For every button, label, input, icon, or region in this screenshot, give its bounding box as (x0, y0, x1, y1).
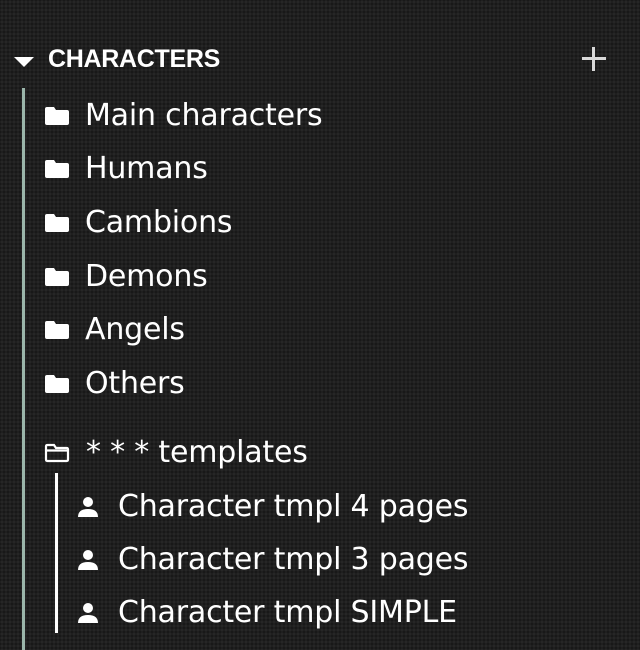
template-label: Character tmpl SIMPLE (118, 595, 457, 630)
templates-tree-guide-line (55, 473, 58, 633)
folder-item-angels[interactable]: Angels (40, 308, 440, 352)
folder-item-humans[interactable]: Humans (40, 147, 440, 191)
section-title: CHARACTERS (48, 45, 221, 73)
folder-label: Angels (85, 312, 185, 347)
template-label: Character tmpl 3 pages (118, 542, 469, 577)
folder-open-icon (44, 443, 70, 463)
tree-guide-line (22, 88, 25, 650)
characters-section-header[interactable]: CHARACTERS (0, 38, 640, 84)
folder-item-templates[interactable]: * * * templates (40, 431, 460, 475)
folder-icon (45, 268, 69, 286)
folder-label: Demons (85, 259, 208, 294)
folder-label: Main characters (85, 98, 323, 133)
folder-label: Humans (85, 151, 208, 186)
template-item-3-pages[interactable]: Character tmpl 3 pages (72, 538, 492, 582)
folder-item-cambions[interactable]: Cambions (40, 201, 440, 245)
folder-icon (45, 321, 69, 339)
add-character-button[interactable] (578, 42, 610, 74)
folder-icon (45, 375, 69, 393)
folder-item-demons[interactable]: Demons (40, 255, 440, 299)
template-label: Character tmpl 4 pages (118, 489, 469, 524)
person-icon (78, 603, 98, 623)
folder-item-others[interactable]: Others (40, 362, 440, 406)
folder-icon (45, 160, 69, 178)
template-item-simple[interactable]: Character tmpl SIMPLE (72, 591, 492, 635)
folder-label: Others (85, 366, 185, 401)
person-icon (78, 497, 98, 517)
folder-icon (45, 107, 69, 125)
person-icon (78, 550, 98, 570)
folder-label: Cambions (85, 205, 233, 240)
caret-down-icon[interactable] (14, 57, 34, 67)
folder-item-main-characters[interactable]: Main characters (40, 94, 440, 138)
folder-icon (45, 214, 69, 232)
template-item-4-pages[interactable]: Character tmpl 4 pages (72, 485, 492, 529)
folder-label: * * * templates (86, 435, 308, 470)
